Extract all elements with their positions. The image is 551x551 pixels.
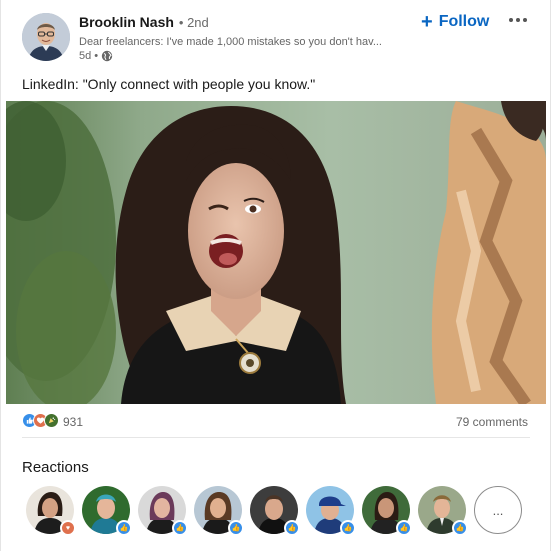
globe-icon	[101, 50, 113, 62]
follow-button[interactable]: + Follow	[421, 11, 489, 33]
reactor-avatar[interactable]: 👍	[362, 486, 412, 536]
comments-count[interactable]: 79 comments	[456, 415, 528, 429]
love-icon: ♥	[60, 520, 76, 536]
reactor-avatar[interactable]: 👍	[418, 486, 468, 536]
post-meta: 5d •	[79, 50, 113, 62]
divider	[22, 437, 530, 438]
follow-label: Follow	[438, 13, 490, 30]
post-card: Brooklin Nash • 2nd Dear freelancers: I'…	[0, 0, 551, 551]
reaction-count[interactable]: 931	[63, 415, 83, 429]
reactor-avatar[interactable]: 👍	[194, 486, 244, 536]
post-age: 5d •	[79, 50, 99, 62]
reactor-avatar[interactable]: ♥	[26, 486, 76, 536]
reactions-heading: Reactions	[22, 459, 89, 476]
connection-degree: • 2nd	[178, 15, 209, 30]
plus-icon: +	[421, 11, 433, 33]
reaction-icons[interactable]	[22, 413, 59, 428]
like-icon: 👍	[172, 520, 188, 536]
reactor-avatar[interactable]: 👍	[138, 486, 188, 536]
post-image[interactable]	[6, 101, 546, 404]
author-avatar[interactable]	[22, 13, 70, 61]
like-icon: 👍	[284, 520, 300, 536]
like-icon: 👍	[116, 520, 132, 536]
post-text: LinkedIn: "Only connect with people you …	[22, 76, 316, 92]
author-name[interactable]: Brooklin Nash	[79, 14, 174, 30]
like-icon: 👍	[340, 520, 356, 536]
like-icon: 👍	[228, 520, 244, 536]
reactor-avatar[interactable]: 👍	[82, 486, 132, 536]
like-icon: 👍	[452, 520, 468, 536]
ellipsis-icon[interactable]	[503, 8, 533, 32]
celebrate-icon	[44, 413, 59, 428]
like-icon: 👍	[396, 520, 412, 536]
more-reactions-button[interactable]: ...	[474, 486, 522, 534]
reactor-avatar[interactable]: 👍	[250, 486, 300, 536]
reactor-avatar[interactable]: 👍	[306, 486, 356, 536]
author-line: Brooklin Nash • 2nd	[79, 14, 209, 30]
reactor-list: ♥ 👍 👍 👍 👍 👍 👍 👍 ...	[26, 486, 522, 536]
author-headline[interactable]: Dear freelancers: I've made 1,000 mistak…	[79, 36, 409, 48]
